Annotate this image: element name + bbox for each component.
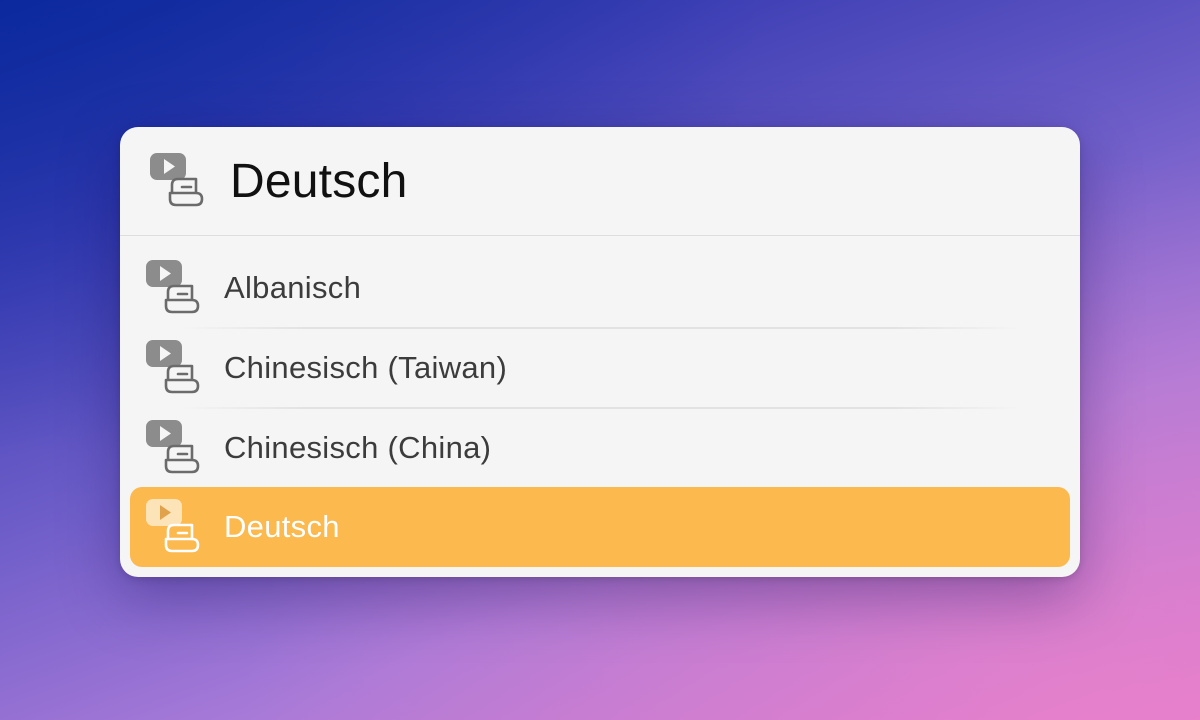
subtitles-language-icon	[146, 340, 200, 394]
list-item-albanisch[interactable]: Albanisch	[130, 248, 1070, 328]
subtitles-language-icon	[146, 499, 200, 553]
list-item-chinesisch-china[interactable]: Chinesisch (China)	[130, 408, 1070, 488]
search-query[interactable]: Deutsch	[230, 154, 408, 209]
language-picker-panel: Deutsch Albanisch Chinesisch (Taiwan) Ch…	[120, 127, 1080, 577]
list-item-deutsch-selected[interactable]: Deutsch	[130, 487, 1070, 567]
list-item-label: Chinesisch (Taiwan)	[224, 350, 508, 385]
list-item-chinesisch-taiwan[interactable]: Chinesisch (Taiwan)	[130, 328, 1070, 408]
subtitles-language-icon	[150, 153, 204, 207]
list-item-label: Deutsch	[224, 509, 340, 544]
list-item-label: Albanisch	[224, 270, 362, 305]
subtitles-language-icon	[146, 420, 200, 474]
search-header[interactable]: Deutsch	[120, 127, 1080, 236]
subtitles-language-icon	[146, 260, 200, 314]
list-item-label: Chinesisch (China)	[224, 430, 492, 465]
